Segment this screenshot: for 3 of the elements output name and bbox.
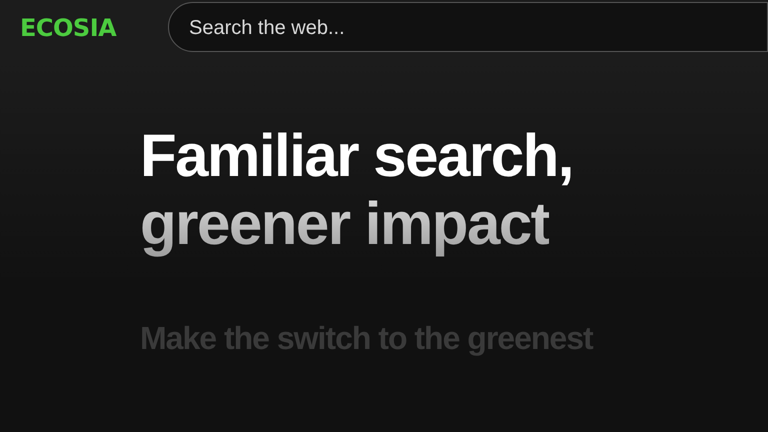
logo[interactable]: ECOSIA [20,10,168,46]
search-field[interactable]: Search the web... [168,2,768,52]
headline: Familiar search, [140,122,573,190]
